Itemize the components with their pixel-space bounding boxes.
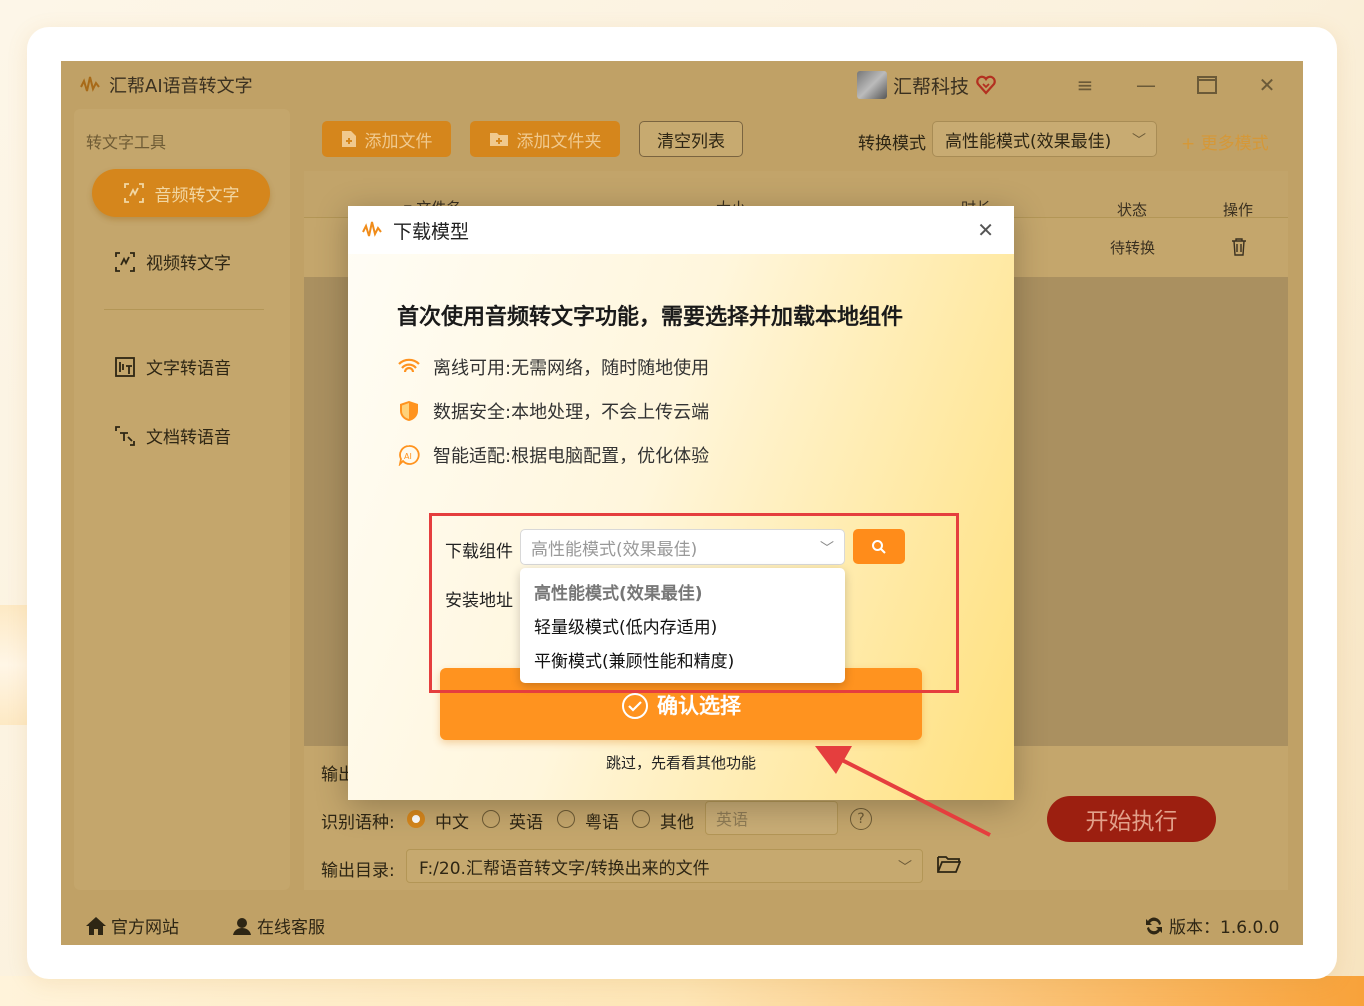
sidebar-item-doc-to-speech[interactable]: 文档转语音 xyxy=(114,423,231,448)
refresh-icon xyxy=(1146,917,1162,934)
annotation-arrow-icon xyxy=(815,746,991,837)
radio-cantonese[interactable] xyxy=(557,810,575,828)
svg-text:AI: AI xyxy=(404,452,412,461)
minimize-icon[interactable]: — xyxy=(1134,73,1158,97)
chevron-down-icon: ﹀ xyxy=(1132,133,1146,149)
footer: 官方网站 在线客服 版本：1.6.0.0 xyxy=(61,901,1303,945)
check-circle-icon xyxy=(622,693,648,719)
sidebar-item-label: 文字转语音 xyxy=(146,359,231,379)
radio-english-label[interactable]: 英语 xyxy=(509,808,543,833)
dialog-title: 下载模型 xyxy=(393,220,470,243)
sidebar-item-label: 音频转文字 xyxy=(154,185,240,206)
background-decoration xyxy=(0,605,30,725)
wifi-icon xyxy=(398,358,420,373)
clear-list-button[interactable]: 清空列表 xyxy=(639,121,743,157)
app-logo-icon xyxy=(80,76,100,92)
radio-other-label[interactable]: 其他 xyxy=(660,808,694,833)
output-dir-select[interactable]: F:/20.汇帮语音转文字/转换出来的文件 ﹀ xyxy=(406,849,923,883)
avatar xyxy=(857,71,887,99)
download-model-dialog: 下载模型 ✕ 首次使用音频转文字功能，需要选择并加载本地组件 离线可用:无需网络… xyxy=(348,206,1014,800)
feature-text: 离线可用:无需网络，随时随地使用 xyxy=(433,358,710,379)
radio-other[interactable] xyxy=(632,810,650,828)
sidebar-item-video-to-text[interactable]: 视频转文字 xyxy=(114,249,231,274)
feature-offline: 离线可用:无需网络，随时随地使用 xyxy=(397,354,709,380)
dialog-header: 下载模型 ✕ xyxy=(348,206,1014,254)
radio-english[interactable] xyxy=(482,810,500,828)
conversion-mode-value: 高性能模式(效果最佳) xyxy=(945,131,1112,152)
version-info[interactable]: 版本：1.6.0.0 xyxy=(1143,913,1279,938)
other-language-value: 英语 xyxy=(716,810,749,829)
user-profile[interactable]: 汇帮科技 xyxy=(857,71,997,99)
add-file-label: 添加文件 xyxy=(364,131,433,152)
home-icon xyxy=(86,916,106,935)
background-decoration-bottom xyxy=(0,976,1364,1006)
text-speech-icon xyxy=(115,356,135,377)
feature-text: 数据安全:本地处理，不会上传云端 xyxy=(433,402,710,423)
clear-list-label: 清空列表 xyxy=(657,131,725,152)
maximize-icon[interactable] xyxy=(1195,73,1219,97)
more-modes-link[interactable]: + 更多模式 xyxy=(1181,129,1269,154)
online-support-link[interactable]: 在线客服 xyxy=(231,913,325,938)
radio-chinese[interactable] xyxy=(407,810,425,828)
dialog-close-icon[interactable]: ✕ xyxy=(977,218,994,242)
add-file-icon xyxy=(341,131,356,147)
highlight-box xyxy=(429,513,959,693)
version-label: 版本：1.6.0.0 xyxy=(1169,918,1280,938)
sidebar-item-text-to-speech[interactable]: 文字转语音 xyxy=(114,354,231,379)
menu-icon[interactable]: ≡ xyxy=(1073,73,1097,97)
sidebar-title: 转文字工具 xyxy=(86,133,167,152)
sidebar-divider xyxy=(104,309,264,310)
app-logo-icon xyxy=(362,221,382,237)
feature-text: 智能适配:根据电脑配置，优化体验 xyxy=(433,446,710,467)
add-folder-button[interactable]: 添加文件夹 xyxy=(470,121,620,157)
audio-text-icon xyxy=(123,183,144,203)
website-label: 官方网站 xyxy=(111,918,179,938)
add-file-button[interactable]: 添加文件 xyxy=(322,121,451,157)
support-label: 在线客服 xyxy=(257,918,325,938)
ai-icon: AI xyxy=(398,445,420,466)
add-folder-label: 添加文件夹 xyxy=(516,131,602,152)
title-bar: 汇帮AI语音转文字 xyxy=(61,61,1303,109)
shield-icon xyxy=(400,401,418,421)
sidebar-item-label: 文档转语音 xyxy=(146,428,231,448)
output-dir-value: F:/20.汇帮语音转文字/转换出来的文件 xyxy=(419,858,710,879)
row-status: 待转换 xyxy=(1110,239,1156,257)
chevron-down-icon: ﹀ xyxy=(898,860,912,876)
language-label: 识别语种: xyxy=(321,813,395,833)
video-text-icon xyxy=(115,251,135,272)
app-title: 汇帮AI语音转文字 xyxy=(109,76,253,97)
dialog-heading: 首次使用音频转文字功能，需要选择并加载本地组件 xyxy=(397,305,904,330)
doc-speech-icon xyxy=(115,425,135,446)
sidebar: 转文字工具 音频转文字 视频转文字 文字转语音 文档转语音 xyxy=(74,109,290,890)
sidebar-item-label: 视频转文字 xyxy=(146,254,231,274)
radio-cantonese-label[interactable]: 粤语 xyxy=(585,808,619,833)
confirm-label: 确认选择 xyxy=(657,694,741,718)
user-name: 汇帮科技 xyxy=(893,75,970,98)
feature-security: 数据安全:本地处理，不会上传云端 xyxy=(397,398,709,424)
official-website-link[interactable]: 官方网站 xyxy=(85,913,179,938)
vip-heart-icon xyxy=(976,75,996,95)
trash-icon[interactable] xyxy=(1231,238,1247,256)
add-folder-icon xyxy=(489,133,508,146)
sidebar-item-audio-to-text[interactable]: 音频转文字 xyxy=(92,169,270,217)
folder-open-icon[interactable] xyxy=(937,854,961,874)
feature-smart: AI 智能适配:根据电脑配置，优化体验 xyxy=(397,442,709,468)
start-button[interactable]: 开始执行 xyxy=(1047,796,1216,842)
output-dir-label: 输出目录: xyxy=(321,861,395,881)
conversion-mode-select[interactable]: 高性能模式(效果最佳) ﹀ xyxy=(932,121,1157,157)
support-icon xyxy=(233,917,251,935)
radio-chinese-label[interactable]: 中文 xyxy=(435,808,469,833)
conversion-mode-label: 转换模式 xyxy=(858,134,926,154)
close-icon[interactable]: ✕ xyxy=(1255,73,1279,97)
